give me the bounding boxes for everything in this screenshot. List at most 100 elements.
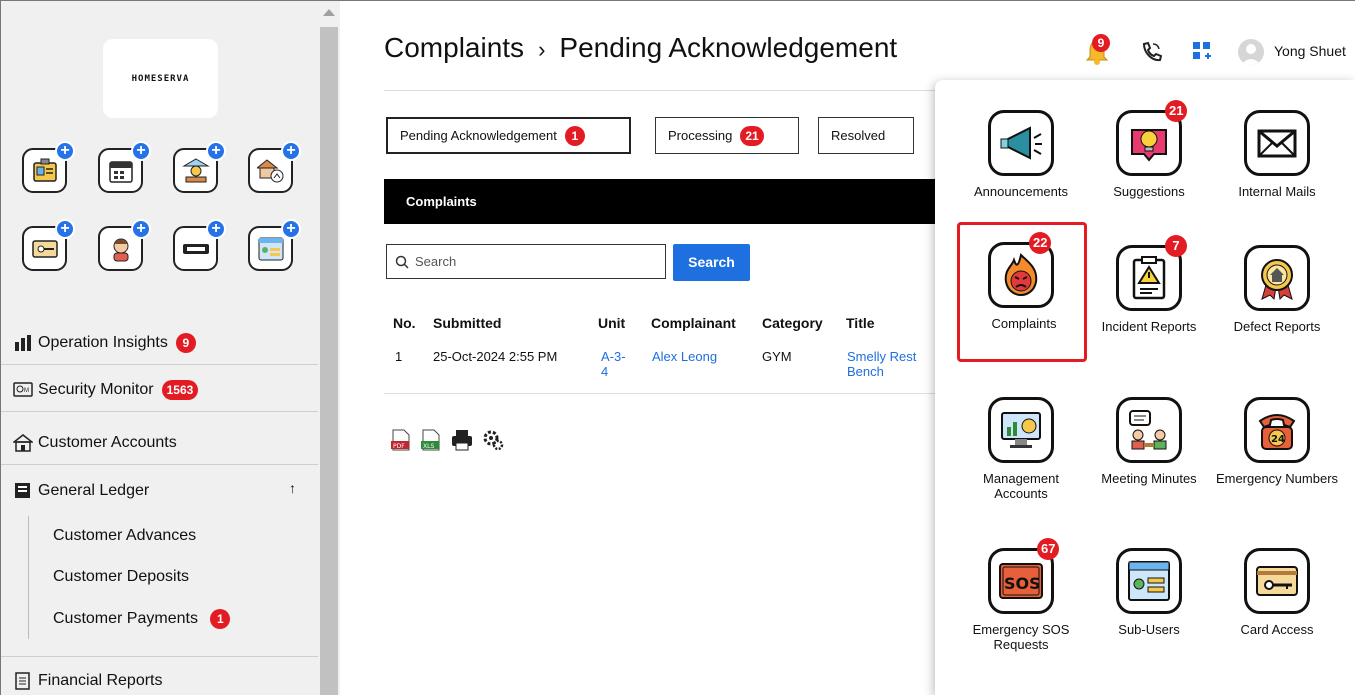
svg-text:SOS: SOS	[1004, 574, 1041, 593]
avatar[interactable]	[1238, 39, 1264, 65]
sidebar-item-label: General Ledger	[38, 482, 150, 499]
phone-icon[interactable]	[1140, 40, 1162, 64]
title-line: Bench	[847, 364, 884, 379]
divider	[1, 656, 318, 657]
bank-icon[interactable]: +	[173, 141, 226, 193]
user-name[interactable]: Yong Shuet	[1274, 43, 1346, 59]
tab-pending-acknowledgement[interactable]: Pending Acknowledgement 1	[386, 117, 631, 154]
tile-complaints[interactable]: 22 Complaints	[957, 222, 1087, 362]
unit-line: A-3-	[601, 349, 626, 364]
license-plate-icon[interactable]: +	[173, 219, 226, 271]
unit-line: 4	[601, 364, 609, 379]
sidebar: HOMESERVA + + + + + + + + Operation Insi…	[1, 1, 318, 695]
add-icon[interactable]: +	[131, 141, 151, 161]
tile-emergency-numbers[interactable]: 24 Emergency Numbers	[1213, 377, 1343, 517]
sidebar-item-label: Operation Insights	[38, 333, 168, 351]
accounts-monitor-icon	[988, 397, 1054, 463]
column-header[interactable]: Complainant	[651, 315, 736, 331]
tile-defect-reports[interactable]: Defect Reports	[1213, 225, 1343, 365]
tab-resolved[interactable]: Resolved	[818, 117, 914, 154]
tile-meeting-minutes[interactable]: Meeting Minutes	[1085, 377, 1215, 517]
scroll-up-arrow-icon[interactable]	[323, 9, 335, 16]
add-icon[interactable]: +	[281, 219, 301, 239]
tile-card-access[interactable]: Card Access	[1213, 528, 1343, 668]
tile-label: Sub-Users	[1118, 622, 1180, 637]
add-icon[interactable]: +	[281, 141, 301, 161]
column-header[interactable]: No.	[393, 315, 416, 331]
search-button[interactable]: Search	[673, 244, 750, 281]
tab-processing[interactable]: Processing 21	[655, 117, 799, 154]
pdf-icon[interactable]: PDF	[389, 428, 413, 452]
add-icon[interactable]: +	[55, 219, 75, 239]
print-icon[interactable]	[450, 428, 474, 452]
tile-label: Card Access	[1240, 622, 1314, 637]
mail-icon	[1244, 110, 1310, 176]
meeting-icon	[1116, 397, 1182, 463]
tile-internal-mails[interactable]: Internal Mails	[1213, 90, 1343, 230]
add-icon[interactable]: +	[206, 141, 226, 161]
tile-management-accounts[interactable]: Management Accounts	[957, 377, 1087, 517]
xls-icon[interactable]: XLS	[419, 428, 443, 452]
section-title-bar: Complaints	[384, 179, 939, 224]
sidebar-item-customer-accounts[interactable]: Customer Accounts	[1, 421, 318, 465]
tile-emergency-sos-requests[interactable]: SOS 67 Emergency SOS Requests	[957, 528, 1087, 668]
tile-suggestions[interactable]: 21 Suggestions	[1085, 90, 1215, 230]
sidebar-item-financial-reports[interactable]: Financial Reports	[1, 659, 318, 695]
notification-badge: 1	[210, 609, 231, 629]
tab-label: Processing	[668, 128, 733, 143]
tile-label: Suggestions	[1113, 184, 1185, 199]
svg-text:M: M	[24, 388, 29, 394]
sidebar-scrollbar[interactable]	[318, 1, 340, 695]
sidebar-item-operation-insights[interactable]: Operation Insights 9	[1, 321, 318, 365]
column-header[interactable]: Title	[846, 315, 875, 331]
sidebar-subitem-customer-advances[interactable]: Customer Advances	[53, 527, 196, 545]
cell-title-link[interactable]: Smelly Rest Bench	[847, 349, 916, 379]
id-card-icon[interactable]: +	[22, 141, 75, 193]
sidebar-subitem-customer-deposits[interactable]: Customer Deposits	[53, 568, 189, 586]
apps-grid-icon[interactable]	[1192, 41, 1212, 61]
apps-dropdown-panel: Announcements 21 Suggestions Internal Ma…	[935, 80, 1355, 695]
divider	[384, 90, 939, 91]
collapse-arrow-icon[interactable]: ↑	[289, 480, 296, 496]
cell-unit-link[interactable]: A-3- 4	[601, 349, 626, 379]
calendar-icon[interactable]: +	[98, 141, 151, 193]
tile-label: Complaints	[991, 316, 1057, 331]
add-icon[interactable]: +	[55, 141, 75, 161]
emergency-phone-icon: 24	[1244, 397, 1310, 463]
tile-badge: 21	[1165, 100, 1188, 122]
cctv-icon: M	[13, 381, 33, 397]
ledger-icon	[15, 483, 30, 498]
add-icon[interactable]: +	[131, 219, 151, 239]
cell-submitted: 25-Oct-2024 2:55 PM	[433, 349, 558, 364]
column-header[interactable]: Unit	[598, 315, 625, 331]
house-badge-icon	[1244, 245, 1310, 311]
house-finance-icon[interactable]: +	[248, 141, 301, 193]
column-header[interactable]: Submitted	[433, 315, 501, 331]
tile-announcements[interactable]: Announcements	[957, 90, 1087, 230]
cell-category: GYM	[762, 349, 792, 364]
add-icon[interactable]: +	[206, 219, 226, 239]
cell-complainant-link[interactable]: Alex Leong	[652, 349, 717, 364]
company-logo[interactable]: HOMESERVA	[103, 39, 218, 118]
breadcrumb-current: Pending Acknowledgement	[559, 32, 898, 63]
home-icon	[13, 433, 33, 452]
sidebar-subitem-customer-payments[interactable]: Customer Payments 1	[53, 609, 231, 629]
report-icon	[15, 672, 30, 690]
key-card-icon[interactable]: +	[22, 219, 75, 271]
sidebar-item-security-monitor[interactable]: M Security Monitor 1563	[1, 368, 318, 412]
person-icon[interactable]: +	[98, 219, 151, 271]
scrollbar-thumb[interactable]	[320, 27, 338, 695]
tile-label: Announcements	[974, 184, 1068, 199]
breadcrumb-root[interactable]: Complaints	[384, 32, 524, 63]
login-form-icon[interactable]: +	[248, 219, 301, 271]
tile-incident-reports[interactable]: 7 Incident Reports	[1085, 225, 1215, 365]
settings-icon[interactable]	[481, 428, 505, 452]
bar-chart-icon	[15, 334, 31, 351]
tile-label: Emergency SOS Requests	[972, 622, 1070, 652]
sidebar-item-general-ledger[interactable]: General Ledger	[1, 469, 318, 513]
search-input[interactable]: Search	[386, 244, 666, 279]
cell-no: 1	[395, 349, 403, 364]
column-header[interactable]: Category	[762, 315, 823, 331]
tab-badge: 1	[564, 125, 585, 146]
tile-sub-users[interactable]: Sub-Users	[1085, 528, 1215, 668]
